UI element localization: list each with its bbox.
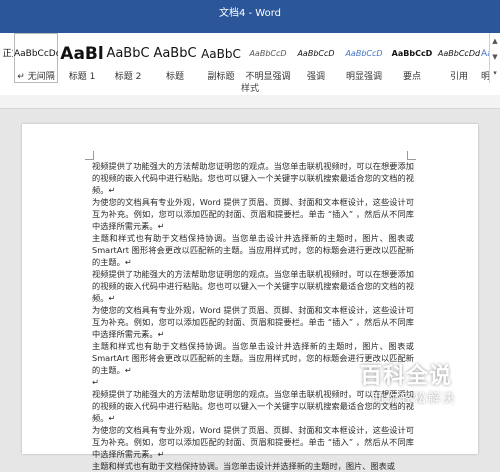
paragraph: 为使您的文档具有专业外观，Word 提供了页眉、页脚、封面和文本框设计，这些设计… [92, 197, 414, 231]
style-item-intense-emphasis[interactable]: AaBbCcD 明显强调 [341, 33, 387, 83]
gallery-scrollbar[interactable]: ▲ ▼ ▾ [489, 33, 500, 83]
crop-mark-top-right [407, 151, 416, 160]
style-sample: AaBl [60, 44, 104, 64]
style-name: 明显强调 [345, 72, 382, 82]
paragraph: 主题和样式也有助于文档保持协调。当您单击设计并选择新的主题时，图片、图表或Sma… [92, 233, 414, 267]
window-title: 文档4 - Word [218, 8, 282, 19]
style-name: ↵ 无间隔 [17, 72, 55, 82]
style-sample: AaBbC [106, 46, 150, 61]
style-item-no-spacing[interactable]: AaBbCcDd ↵ 无间隔 [14, 33, 58, 83]
style-gallery: ¶ 正文 AaBbCcDd ↵ 无间隔 AaBl 标题 1 AaBbC 标题 2… [0, 33, 500, 83]
chevron-up-icon[interactable]: ▲ [490, 33, 500, 49]
style-item-emphasis[interactable]: AaBbCcD 强调 [293, 33, 339, 83]
chevron-down-icon[interactable]: ▼ [490, 49, 500, 65]
style-sample: AaBbCcD [345, 49, 383, 58]
style-sample: AaBbCcDd [437, 49, 481, 58]
style-sample: AaBbC [201, 47, 241, 61]
style-name: 不明显强调 [245, 72, 291, 82]
style-name: 标题 2 [114, 72, 142, 82]
style-sample: AaBbCcD [297, 49, 335, 58]
paragraph: 为使您的文档具有专业外观，Word 提供了页眉、页脚、封面和文本框设计，这些设计… [92, 305, 414, 339]
watermark-logo: 百科全说 助你轻松解决 [330, 358, 488, 430]
style-item-strong[interactable]: AaBbCcD 要点 [389, 33, 435, 83]
watermark-title: 百科全说 [360, 364, 453, 389]
ruler-bar [0, 95, 500, 109]
paragraph: 视频提供了功能强大的方法帮助您证明您的观点。当您单击联机视频时，可以在想要添加的… [92, 161, 414, 195]
style-item-heading-1[interactable]: AaBl 标题 1 [60, 33, 104, 83]
style-sample: ¶ 正文 [0, 49, 13, 59]
expand-gallery-icon[interactable]: ▾ [490, 65, 500, 81]
style-sample: AaBbCcDd [14, 49, 58, 59]
style-name: 强调 [306, 72, 325, 82]
crop-mark-top-left [85, 151, 94, 160]
style-item-quote[interactable]: AaBbCcDd 引用 [437, 33, 481, 83]
title-bar: 文档4 - Word [0, 0, 500, 22]
style-item-normal[interactable]: ¶ 正文 [0, 33, 13, 83]
styles-group-label: 样式 [0, 83, 500, 95]
style-item-subtle-emphasis[interactable]: AaBbCcD 不明显强调 [245, 33, 291, 83]
style-sample: AaBbCcD [249, 49, 287, 58]
paragraph: 视频提供了功能强大的方法帮助您证明您的观点。当您单击联机视频时，可以在想要添加的… [92, 269, 414, 303]
style-sample: AaBbCcD [391, 49, 433, 58]
style-name: 引用 [449, 72, 468, 82]
style-name: 副标题 [207, 72, 235, 82]
style-item-heading-2[interactable]: AaBbC 标题 2 [106, 33, 150, 83]
style-sample: AaBbC [153, 46, 197, 61]
style-name: 要点 [402, 72, 421, 82]
style-name: 标题 1 [68, 72, 96, 82]
style-name: 标题 [165, 72, 184, 82]
watermark-subtitle: 助你轻松解决 [372, 391, 457, 405]
paragraph: 主题和样式也有助于文档保持协调。当您单击设计并选择新的主题时，图片、图表或 [92, 461, 395, 471]
style-item-subtitle[interactable]: AaBbC 副标题 [199, 33, 243, 83]
style-item-title[interactable]: AaBbC 标题 [153, 33, 197, 83]
